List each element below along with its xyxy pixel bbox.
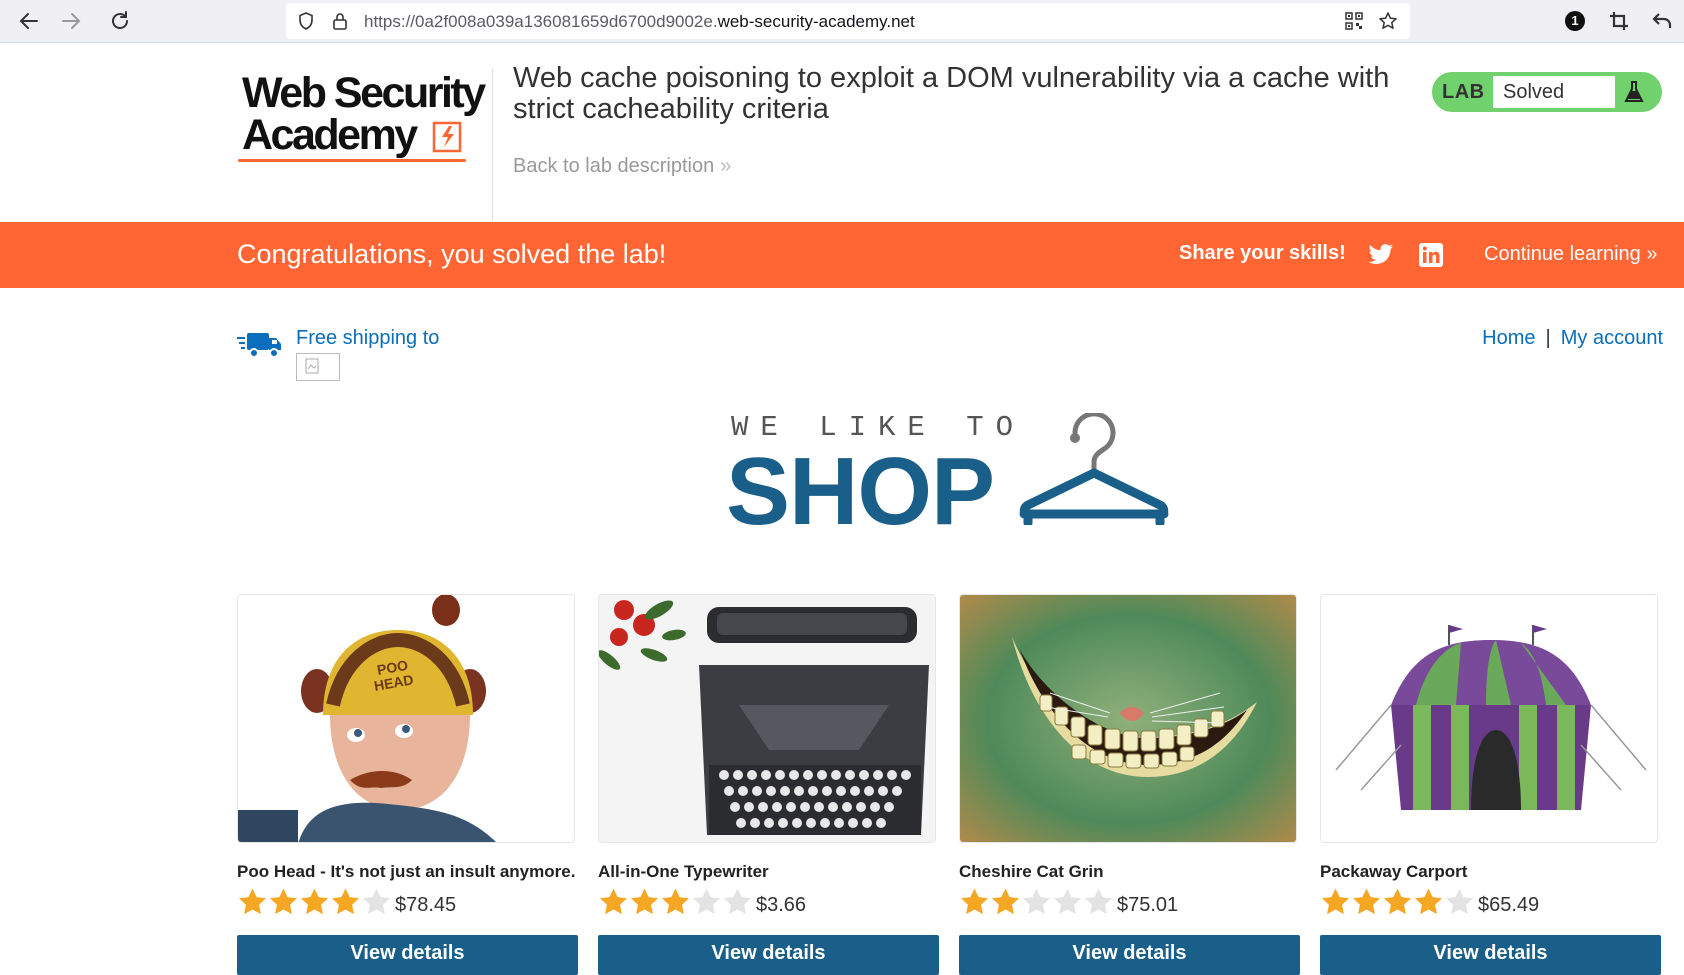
continue-learning-label: Continue learning [1484, 243, 1641, 265]
logo-line-2: Academy [242, 111, 418, 159]
product-name: All-in-One Typewriter [598, 862, 769, 881]
star-filled-icon [600, 888, 627, 915]
linkedin-icon[interactable] [1418, 242, 1444, 268]
product-name: Cheshire Cat Grin [959, 862, 1104, 881]
solved-banner: Congratulations, you solved the lab! Sha… [0, 222, 1684, 288]
back-arrow-icon[interactable] [15, 7, 43, 35]
clothes-hanger-icon [1019, 413, 1169, 525]
broken-image-icon [296, 353, 340, 381]
star-rating [598, 887, 753, 917]
continue-learning-link[interactable]: Continue learning » [1484, 243, 1657, 266]
product-price: $3.66 [756, 894, 807, 916]
star-rating [1320, 887, 1475, 917]
academy-header: Web Security Academy Web cache poisoning… [0, 43, 1684, 222]
url-text[interactable]: https://0a2f008a039a136081659d6700d9002e… [364, 12, 915, 32]
star-filled-icon [1322, 888, 1349, 915]
star-filled-icon [961, 888, 988, 915]
url-prefix: https://0a2f008a039a136081659d6700d9002e… [364, 12, 718, 31]
product-price: $75.01 [1117, 894, 1179, 916]
address-bar[interactable]: https://0a2f008a039a136081659d6700d9002e… [286, 3, 1410, 39]
share-skills-label: Share your skills! [1179, 242, 1346, 264]
view-details-button[interactable]: View details [598, 935, 939, 975]
star-rating [237, 887, 392, 917]
double-chevron-right-icon: » [720, 155, 732, 177]
lab-status-label: LAB [1442, 81, 1485, 103]
star-filled-icon [301, 888, 328, 915]
home-link[interactable]: Home [1482, 327, 1535, 349]
view-details-button[interactable]: View details [237, 935, 578, 975]
product-image-carport[interactable] [1320, 594, 1658, 843]
extension-badge-icon[interactable]: 1 [1563, 9, 1587, 33]
qr-code-icon[interactable] [1344, 11, 1364, 31]
free-shipping-label: Free shipping to [296, 327, 440, 349]
congratulations-message: Congratulations, you solved the lab! [237, 239, 667, 269]
star-filled-icon [662, 888, 689, 915]
star-empty-icon [724, 888, 751, 915]
star-empty-icon [1054, 888, 1081, 915]
undo-arrow-icon[interactable] [1650, 9, 1674, 33]
nav-separator: | [1545, 327, 1551, 349]
star-filled-icon [1384, 888, 1411, 915]
view-details-button[interactable]: View details [1320, 935, 1661, 975]
crop-icon[interactable] [1607, 9, 1631, 33]
lab-title: Web cache poisoning to exploit a DOM vul… [513, 62, 1390, 125]
product-price: $78.45 [395, 894, 457, 916]
star-filled-icon [631, 888, 658, 915]
star-empty-icon [1085, 888, 1112, 915]
product-name: Poo Head - It's not just an insult anymo… [237, 862, 576, 881]
star-filled-icon [332, 888, 359, 915]
star-filled-icon [270, 888, 297, 915]
lab-status-widget: LAB Solved [1432, 72, 1662, 112]
top-navigation: Home | My account [1482, 327, 1663, 350]
product-image-typewriter[interactable] [598, 594, 936, 843]
twitter-icon[interactable] [1368, 243, 1394, 267]
logo-bolt-icon [432, 121, 462, 153]
shield-icon[interactable] [296, 11, 316, 31]
star-filled-icon [1415, 888, 1442, 915]
star-rating [959, 887, 1114, 917]
product-name: Packaway Carport [1320, 862, 1468, 881]
star-empty-icon [693, 888, 720, 915]
double-chevron-right-icon: » [1646, 243, 1658, 265]
star-empty-icon [363, 888, 390, 915]
star-empty-icon [1023, 888, 1050, 915]
browser-toolbar: https://0a2f008a039a136081659d6700d9002e… [0, 0, 1684, 43]
lock-icon[interactable] [330, 11, 350, 31]
lab-status-value: Solved [1493, 76, 1615, 108]
my-account-link[interactable]: My account [1561, 327, 1663, 349]
view-details-button[interactable]: View details [959, 935, 1300, 975]
bookmark-star-icon[interactable] [1378, 11, 1398, 31]
url-host: web-security-academy.net [717, 12, 915, 31]
reload-icon[interactable] [106, 7, 134, 35]
web-security-academy-logo[interactable]: Web Security Academy [238, 69, 488, 165]
star-filled-icon [239, 888, 266, 915]
extension-badge-count: 1 [1571, 13, 1579, 28]
forward-arrow-icon[interactable] [57, 7, 85, 35]
delivery-truck-icon [237, 333, 281, 358]
logo-underline [238, 159, 466, 162]
star-empty-icon [1446, 888, 1473, 915]
hero-title: SHOP [726, 438, 995, 545]
header-divider [492, 69, 493, 221]
star-filled-icon [992, 888, 1019, 915]
star-filled-icon [1353, 888, 1380, 915]
product-price: $65.49 [1478, 894, 1540, 916]
back-link-label: Back to lab description [513, 155, 715, 177]
flask-icon [1624, 81, 1644, 102]
product-image-poo-head[interactable]: POO HEAD [237, 594, 575, 843]
back-to-lab-description-link[interactable]: Back to lab description» [513, 155, 731, 178]
product-image-cheshire-grin[interactable] [959, 594, 1297, 843]
